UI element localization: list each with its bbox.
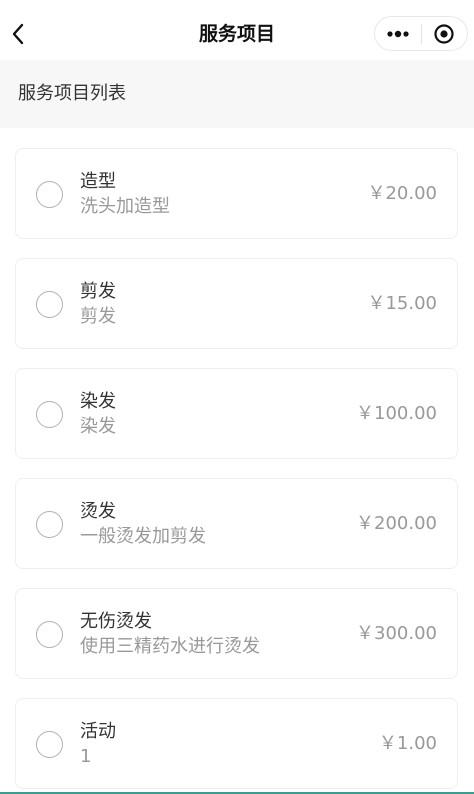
service-list: 造型 洗头加造型 ￥20.00 剪发 剪发 ￥15.00 染发 染发 ￥100.…: [0, 128, 474, 794]
service-card-perm[interactable]: 烫发 一般烫发加剪发 ￥200.00: [15, 478, 458, 569]
more-dots-icon: [387, 30, 409, 37]
service-price: ￥200.00: [356, 513, 437, 534]
service-name: 剪发: [80, 281, 116, 302]
service-name: 染发: [80, 391, 116, 412]
service-desc: 1: [80, 746, 92, 767]
service-name: 活动: [80, 721, 116, 742]
service-price: ￥20.00: [367, 183, 437, 204]
service-desc: 剪发: [80, 306, 116, 327]
close-mini-program-button[interactable]: [422, 17, 468, 50]
service-price: ￥15.00: [367, 293, 437, 314]
service-name: 烫发: [80, 501, 116, 522]
select-radio[interactable]: [36, 401, 63, 428]
service-price: ￥100.00: [356, 403, 437, 424]
service-name: 造型: [80, 171, 116, 192]
select-radio[interactable]: [36, 291, 63, 318]
select-radio[interactable]: [36, 181, 63, 208]
service-card-damage-free-perm[interactable]: 无伤烫发 使用三精药水进行烫发 ￥300.00: [15, 588, 458, 679]
service-name: 无伤烫发: [80, 611, 152, 632]
service-card-dye[interactable]: 染发 染发 ￥100.00: [15, 368, 458, 459]
select-radio[interactable]: [36, 731, 63, 758]
service-price: ￥300.00: [356, 623, 437, 644]
select-radio[interactable]: [36, 511, 63, 538]
service-card-styling[interactable]: 造型 洗头加造型 ￥20.00: [15, 148, 458, 239]
service-desc: 洗头加造型: [80, 196, 170, 217]
service-desc: 一般烫发加剪发: [80, 526, 206, 547]
section-title: 服务项目列表: [18, 83, 126, 104]
service-card-promotion[interactable]: 活动 1 ￥1.00: [15, 698, 458, 789]
target-circle-icon: [434, 23, 454, 44]
service-price: ￥1.00: [378, 733, 437, 754]
service-card-haircut[interactable]: 剪发 剪发 ￥15.00: [15, 258, 458, 349]
section-header: 服务项目列表: [0, 60, 474, 128]
navigation-bar: 服务项目: [0, 0, 474, 66]
mini-program-capsule: [374, 16, 468, 51]
select-radio[interactable]: [36, 621, 63, 648]
service-desc: 使用三精药水进行烫发: [80, 636, 260, 657]
more-button[interactable]: [375, 17, 421, 50]
service-desc: 染发: [80, 416, 116, 437]
